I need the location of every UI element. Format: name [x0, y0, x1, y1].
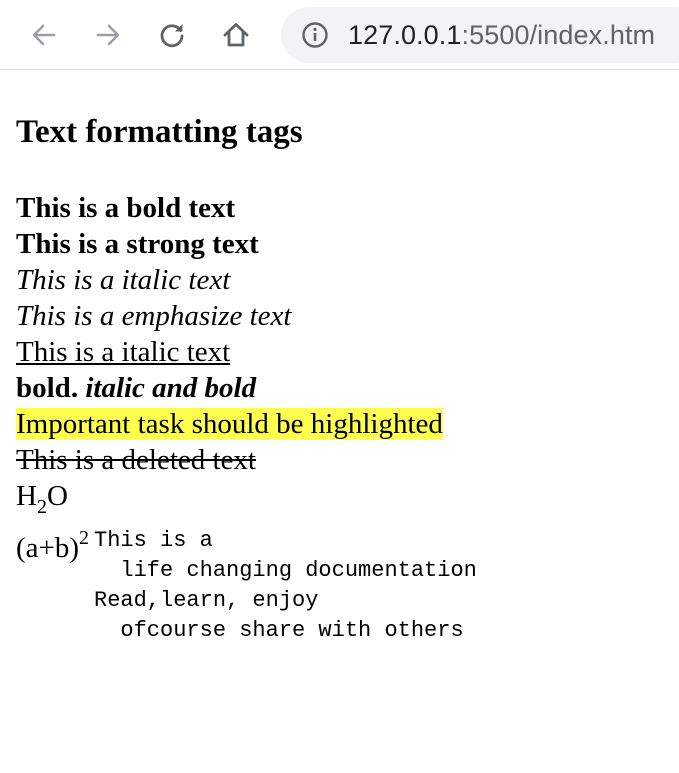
bold-part: bold. — [16, 372, 79, 404]
preformatted-text: This is a life changing documentation Rea… — [94, 526, 477, 646]
home-icon — [223, 23, 249, 47]
superscript-2: 2 — [79, 527, 90, 549]
forward-button[interactable] — [88, 15, 128, 55]
url-text[interactable]: 127.0.0.1:5500/index.htm — [348, 20, 655, 50]
h2o-h: H — [16, 480, 37, 512]
browser-toolbar: 127.0.0.1:5500/index.htm — [0, 0, 679, 70]
reload-icon — [160, 24, 184, 48]
url-host: 127.0.0.1 — [348, 20, 462, 50]
underline-line: This is a italic text — [16, 334, 443, 370]
back-button[interactable] — [24, 15, 64, 55]
formula-base: (a+b) — [16, 532, 80, 564]
reload-button[interactable] — [152, 15, 192, 55]
deleted-text: This is a deleted text — [16, 444, 256, 476]
formatting-examples: This is a bold text This is a strong tex… — [16, 190, 443, 570]
strong-text: This is a strong text — [16, 228, 259, 260]
h2o-o: O — [46, 480, 68, 512]
highlighted-text: Important task should be highlighted — [16, 408, 443, 440]
italic-text: This is a italic text — [16, 264, 231, 296]
italic-bold-part: italic and bold — [85, 372, 257, 404]
arrow-right-icon — [96, 24, 120, 46]
url-path: :5500/index.htm — [461, 20, 656, 50]
bold-text: This is a bold text — [16, 192, 236, 224]
address-bar[interactable]: 127.0.0.1:5500/index.htm — [281, 7, 679, 63]
highlight-line: Important task should be highlighted — [16, 406, 443, 442]
pre-line: This is a — [94, 528, 213, 553]
arrow-left-icon — [32, 24, 56, 46]
subscript-2: 2 — [36, 496, 47, 518]
emphasize-text: This is a emphasize text — [16, 300, 292, 332]
pre-line: Read,learn, enjoy — [94, 588, 319, 613]
subscript-example: H2O — [16, 478, 443, 530]
info-icon[interactable] — [301, 21, 329, 49]
bold-italic-line: bold. italic and bold — [16, 370, 443, 406]
pre-line: ofcourse share with others — [94, 618, 464, 643]
home-button[interactable] — [216, 15, 256, 55]
underline-text: This is a italic text — [16, 336, 231, 368]
page-heading: Text formatting tags — [16, 114, 303, 150]
deleted-line: This is a deleted text — [16, 442, 443, 478]
pre-line: life changing documentation — [94, 558, 477, 583]
